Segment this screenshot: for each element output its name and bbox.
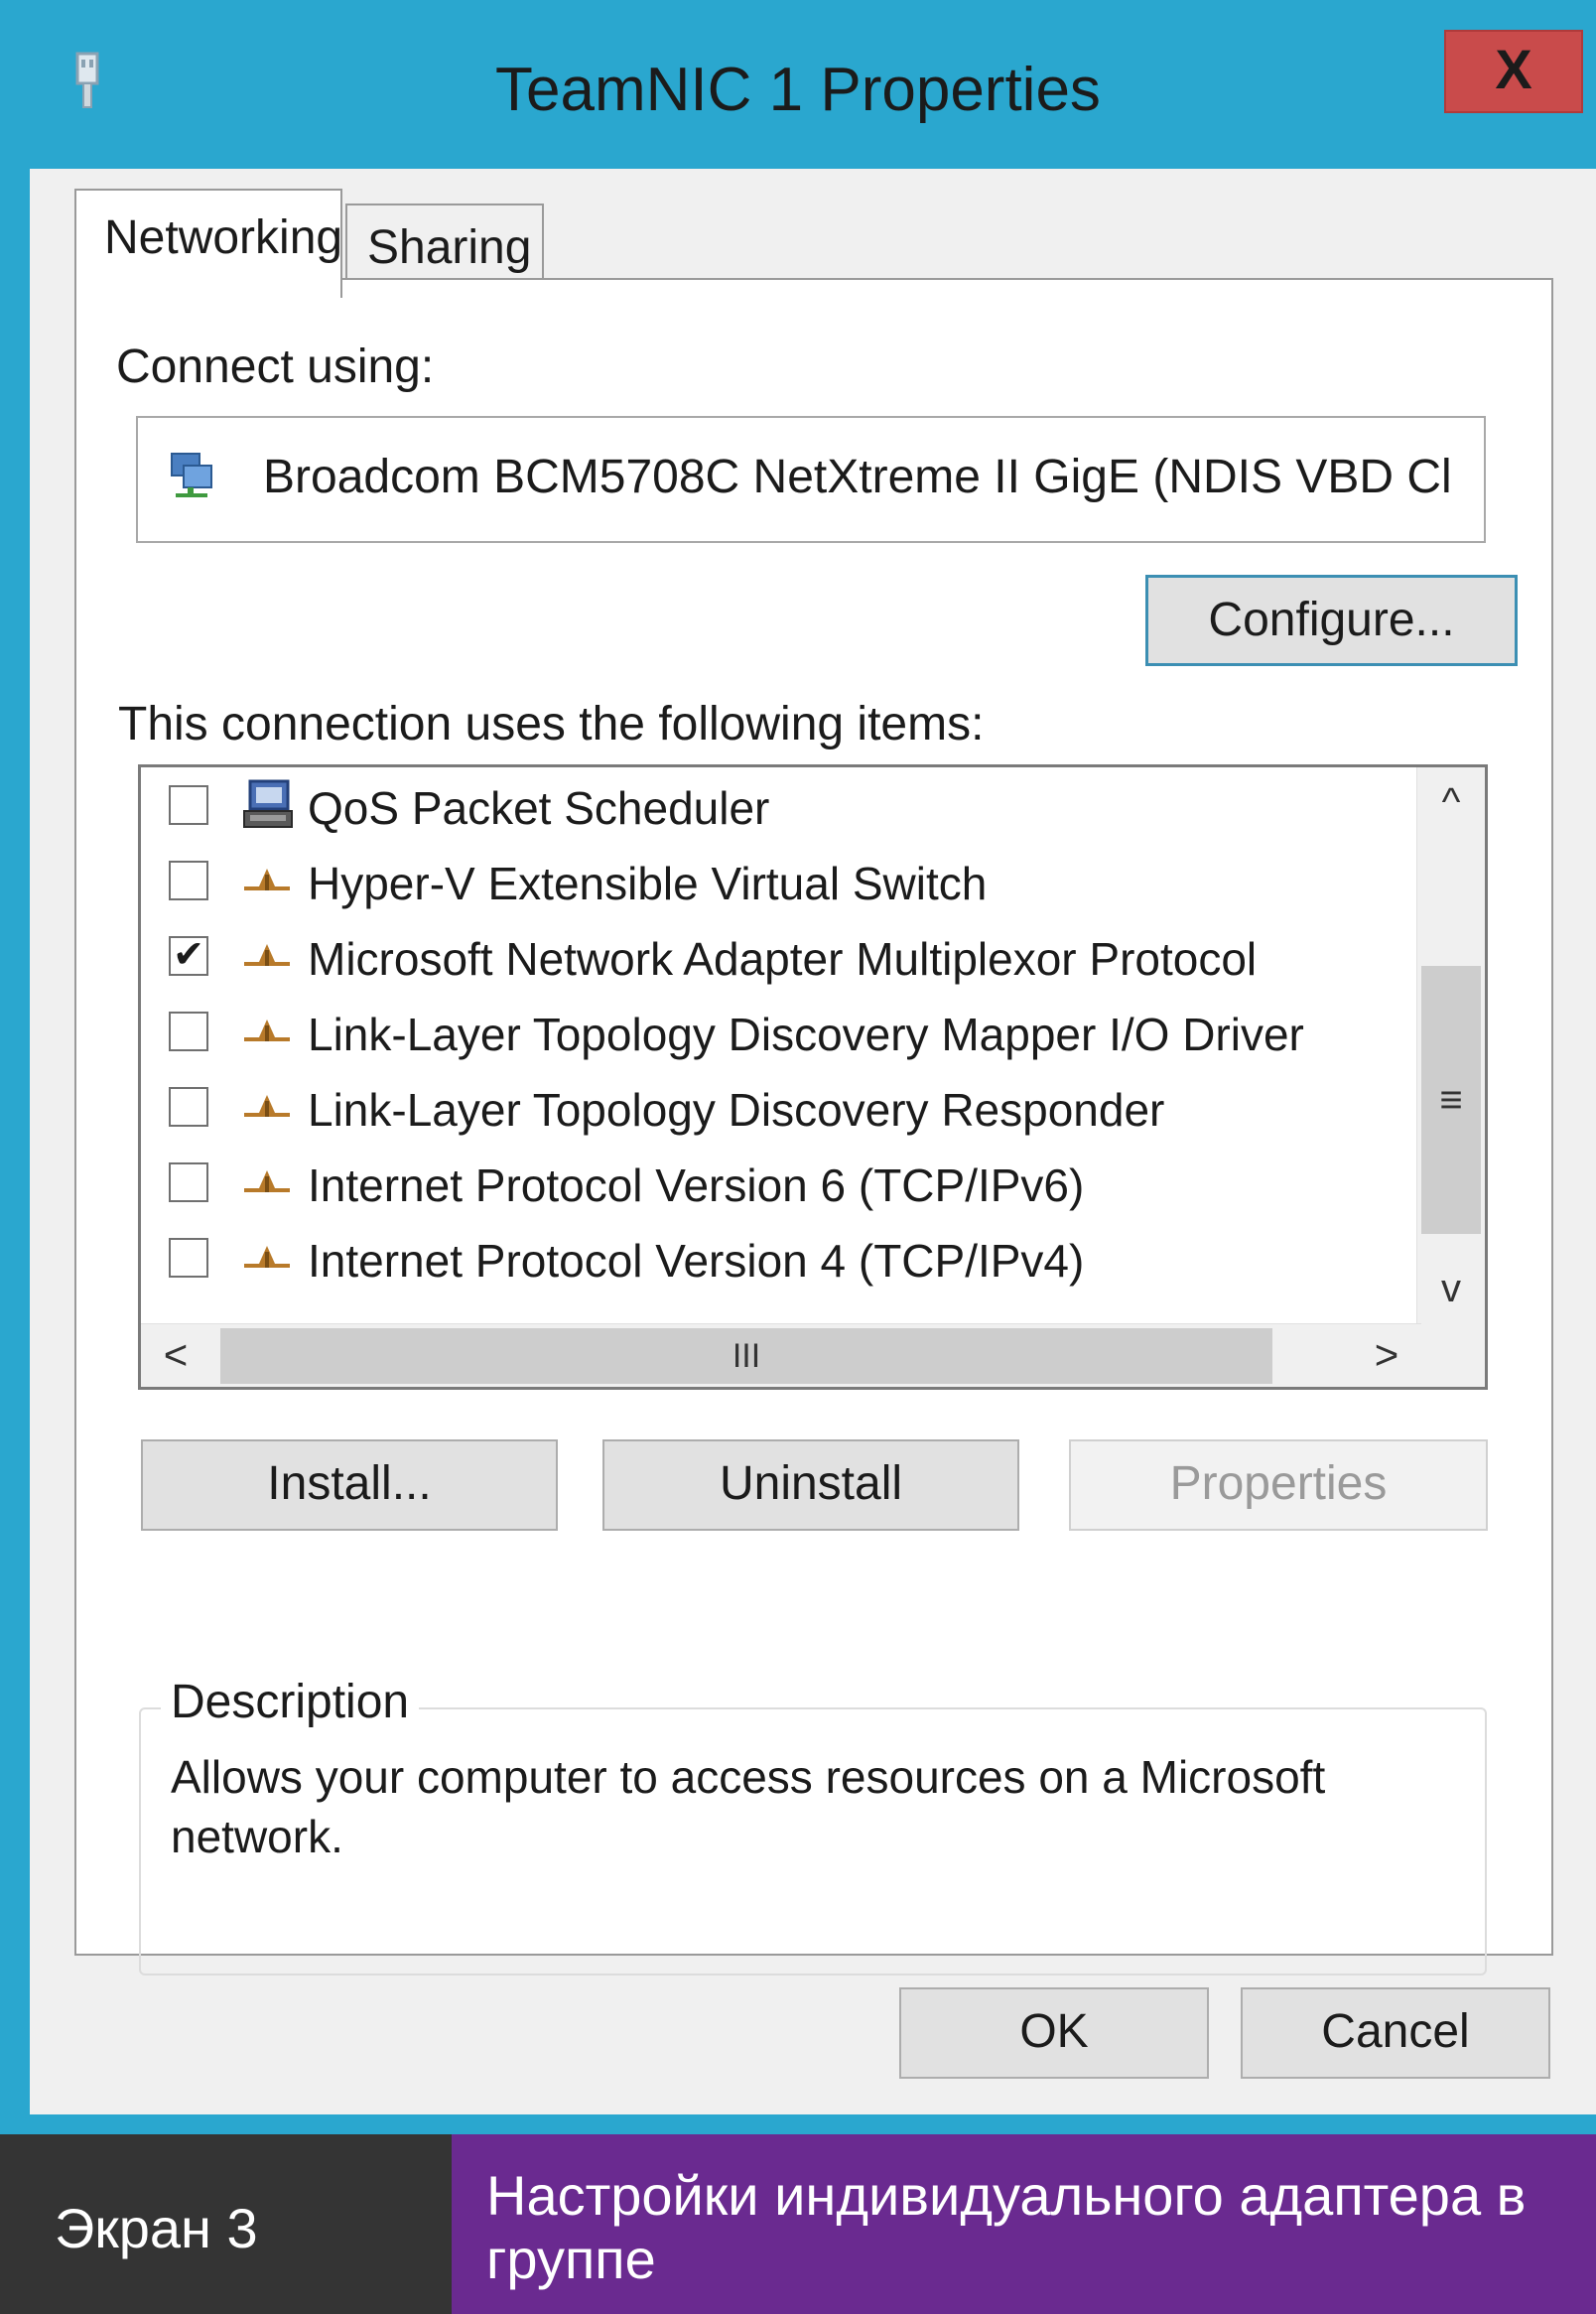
properties-window: TeamNIC 1 Properties X Networking Sharin… xyxy=(0,0,1596,2134)
adapter-name: Broadcom BCM5708C NetXtreme II GigE (NDI… xyxy=(263,451,1454,503)
install-button[interactable]: Install... xyxy=(141,1439,558,1531)
caption-text-panel: Настройки индивидуального адаптера в гру… xyxy=(452,2134,1596,2314)
list-item[interactable]: Hyper-V Extensible Virtual Switch xyxy=(141,843,1411,918)
window-title: TeamNIC 1 Properties xyxy=(495,56,1101,124)
item-label: QoS Packet Scheduler xyxy=(308,782,770,834)
uninstall-button[interactable]: Uninstall xyxy=(602,1439,1019,1531)
protocol-icon xyxy=(244,869,290,890)
protocol-icon xyxy=(244,1246,290,1268)
description-legend: Description xyxy=(161,1675,420,1729)
properties-button[interactable]: Properties xyxy=(1069,1439,1488,1531)
horizontal-scroll-thumb[interactable]: III xyxy=(220,1328,1272,1384)
list-item[interactable]: Internet Protocol Version 4 (TCP/IPv4) xyxy=(141,1220,1411,1295)
list-item[interactable]: QoS Packet Scheduler xyxy=(141,767,1411,843)
tab-networking[interactable]: Networking xyxy=(74,189,342,298)
item-checkbox[interactable] xyxy=(169,785,208,825)
list-item[interactable]: ✔ Microsoft Network Adapter Multiplexor … xyxy=(141,918,1411,994)
items-label: This connection uses the following items… xyxy=(118,698,985,750)
item-checkbox[interactable]: ✔ xyxy=(169,936,208,976)
configure-button[interactable]: Configure... xyxy=(1145,575,1518,666)
item-label: Internet Protocol Version 4 (TCP/IPv4) xyxy=(308,1235,1085,1287)
item-checkbox[interactable] xyxy=(169,1238,208,1278)
connect-using-label: Connect using: xyxy=(116,340,435,393)
item-label: Internet Protocol Version 6 (TCP/IPv6) xyxy=(308,1159,1085,1211)
caption-number-panel: Экран 3 xyxy=(0,2134,452,2314)
items-list[interactable]: QoS Packet Scheduler Hyper-V Extensible … xyxy=(138,764,1488,1390)
protocol-icon xyxy=(244,1095,290,1117)
scroll-right-icon[interactable]: > xyxy=(1352,1324,1421,1387)
description-text: Allows your computer to access resources… xyxy=(171,1751,1326,1862)
adapter-field[interactable]: Broadcom BCM5708C NetXtreme II GigE (NDI… xyxy=(136,416,1486,543)
scheduler-icon xyxy=(243,779,293,828)
network-adapter-icon xyxy=(171,453,212,497)
list-item[interactable]: Link-Layer Topology Discovery Mapper I/O… xyxy=(141,994,1411,1069)
dialog-client-area: Networking Sharing Connect using: Broadc… xyxy=(30,169,1596,2114)
item-checkbox[interactable] xyxy=(169,1162,208,1202)
close-button[interactable]: X xyxy=(1444,30,1583,113)
caption-number: Экран 3 xyxy=(55,2197,258,2259)
horizontal-scrollbar[interactable]: < III > xyxy=(141,1323,1421,1387)
scroll-up-icon[interactable]: ^ xyxy=(1417,767,1485,837)
figure-caption: Экран 3 Настройки индивидуального адапте… xyxy=(0,2134,1596,2314)
protocol-icon xyxy=(244,1170,290,1192)
item-checkbox[interactable] xyxy=(169,861,208,900)
vertical-scroll-thumb[interactable]: ≡ xyxy=(1421,966,1481,1234)
protocol-icon xyxy=(244,944,290,966)
list-item[interactable]: Internet Protocol Version 6 (TCP/IPv6) xyxy=(141,1145,1411,1220)
list-item[interactable]: Link-Layer Topology Discovery Responder xyxy=(141,1069,1411,1145)
item-label: Hyper-V Extensible Virtual Switch xyxy=(308,858,988,909)
cancel-button[interactable]: Cancel xyxy=(1241,1987,1550,2079)
networking-tab-panel: Connect using: Broadcom BCM5708C NetXtre… xyxy=(74,278,1553,1975)
screenshot-root: TeamNIC 1 Properties X Networking Sharin… xyxy=(0,0,1596,2314)
scroll-left-icon[interactable]: < xyxy=(141,1324,210,1387)
item-checkbox[interactable] xyxy=(169,1012,208,1051)
item-label: Link-Layer Topology Discovery Mapper I/O… xyxy=(308,1009,1304,1060)
scroll-down-icon[interactable]: v xyxy=(1417,1254,1485,1323)
title-bar[interactable]: TeamNIC 1 Properties X xyxy=(0,0,1596,169)
ok-button[interactable]: OK xyxy=(899,1987,1209,2079)
caption-text: Настройки индивидуального адаптера в гру… xyxy=(486,2164,1527,2290)
vertical-scrollbar[interactable]: ^ ≡ v xyxy=(1416,767,1485,1323)
item-label: Link-Layer Topology Discovery Responder xyxy=(308,1084,1165,1136)
item-label: Microsoft Network Adapter Multiplexor Pr… xyxy=(308,933,1258,985)
item-checkbox[interactable] xyxy=(169,1087,208,1127)
scroll-corner xyxy=(1421,1323,1485,1387)
protocol-icon xyxy=(244,1020,290,1041)
